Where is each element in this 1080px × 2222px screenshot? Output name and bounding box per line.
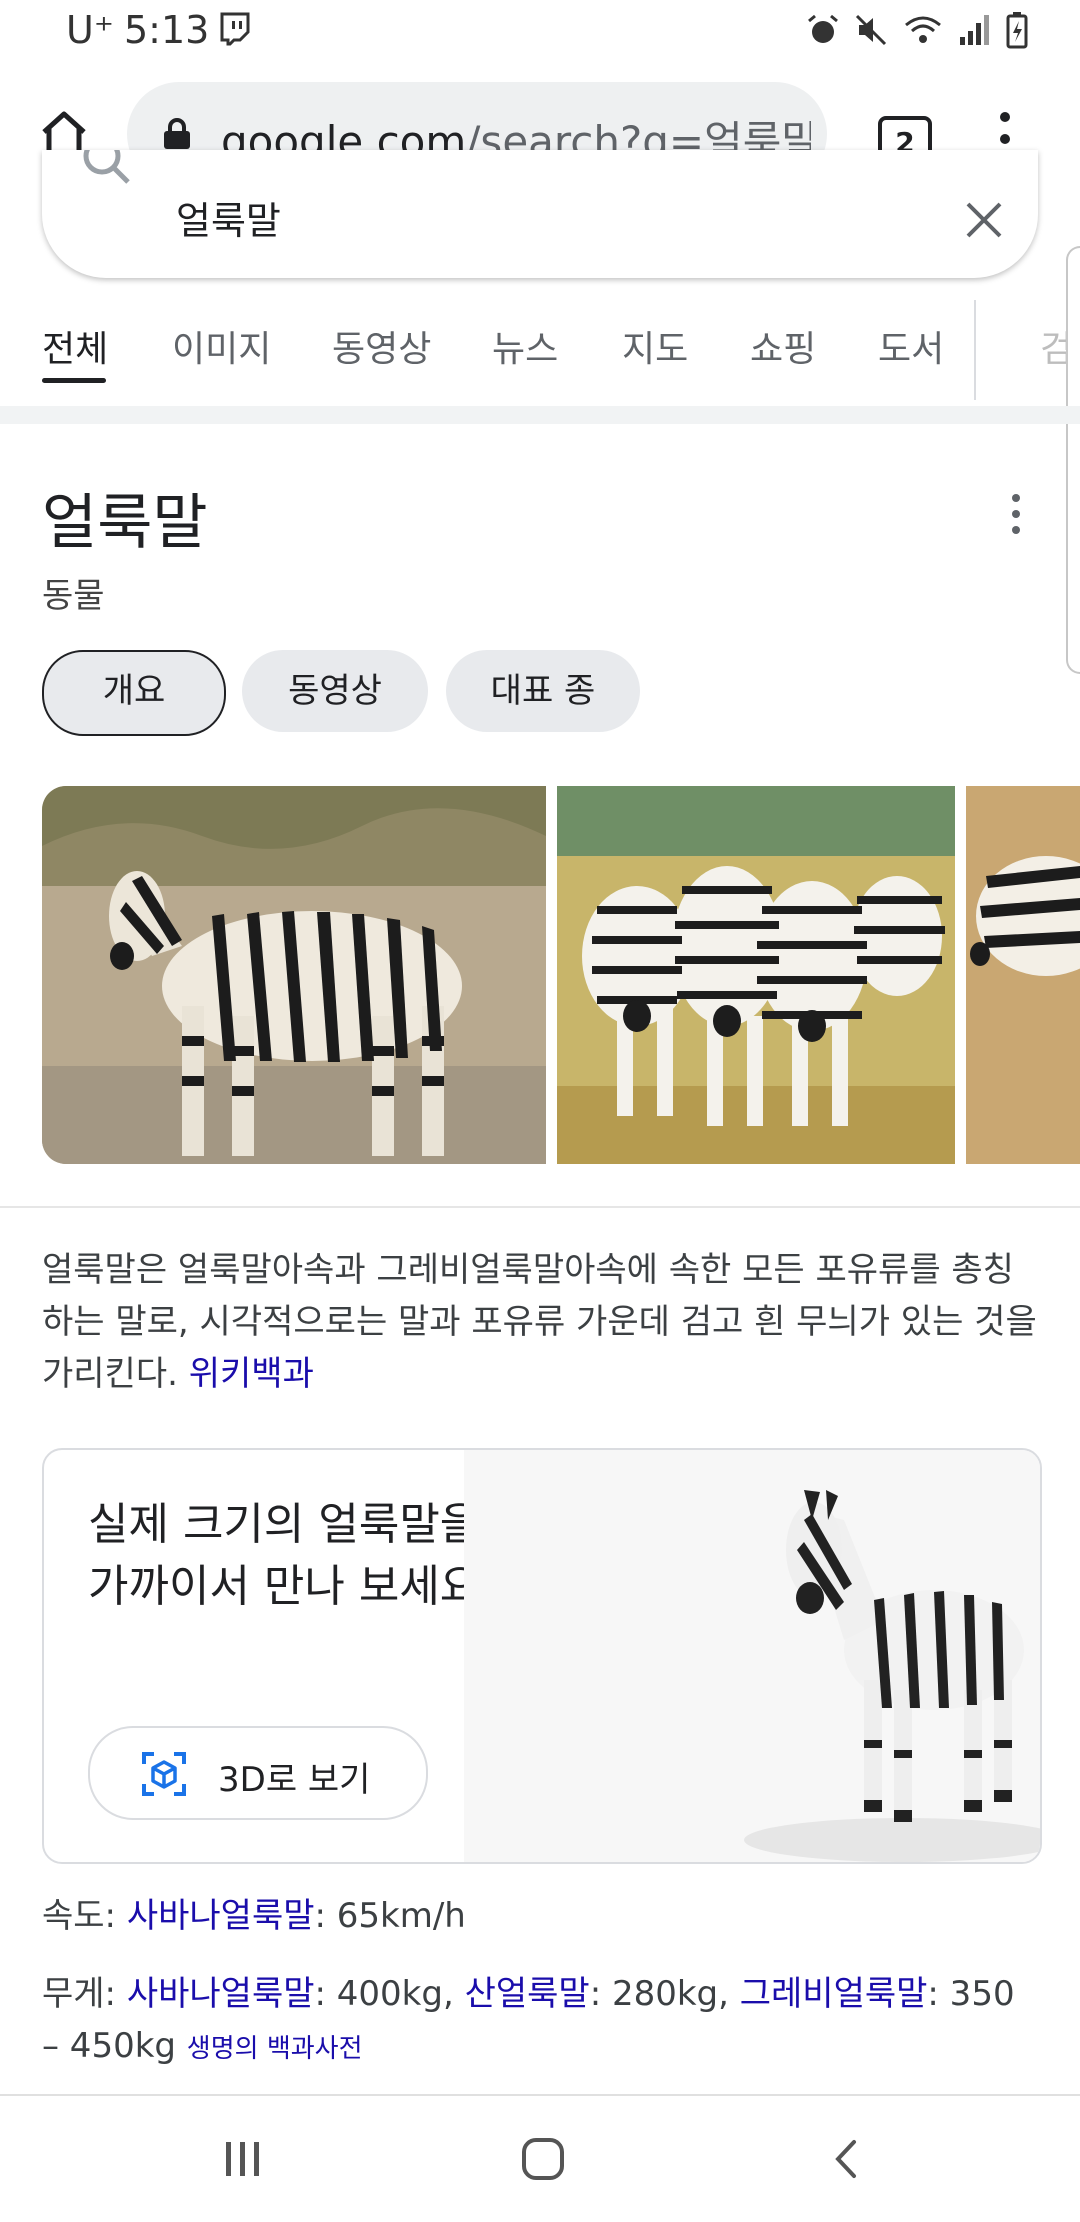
scrollbar[interactable] <box>1066 246 1080 674</box>
clock: 5:13 <box>124 8 210 52</box>
panel-description: 얼룩말은 얼룩말아속과 그레비얼룩말아속에 속한 모든 포유류를 총칭하는 말로… <box>42 1244 1042 1400</box>
active-tab-indicator <box>42 378 106 383</box>
fact-label: 속도: <box>42 1896 127 1936</box>
panel-subtitle: 동물 <box>42 576 105 616</box>
fact-value: : 400kg, <box>314 1974 465 2014</box>
chip-species[interactable]: 대표 종 <box>446 650 640 732</box>
search-tabs: 전체 이미지 동영상 뉴스 지도 쇼핑 도서 검 <box>0 296 1080 406</box>
fact-link[interactable]: 사바나얼룩말 <box>127 1974 315 2014</box>
view-in-3d-text: 실제 크기의 얼룩말을 가까이서 만나 보세요 <box>88 1499 481 1612</box>
zebra-image-3[interactable] <box>966 786 1080 1164</box>
mute-icon <box>855 14 887 46</box>
zebra-image-1[interactable] <box>42 786 546 1164</box>
view-in-3d-card[interactable]: 실제 크기의 얼룩말을 가까이서 만나 보세요 3D로 보기 <box>42 1448 1042 1864</box>
tab-videos[interactable]: 동영상 <box>332 320 431 372</box>
zebra-photo-1 <box>42 786 546 1164</box>
search-input[interactable]: 얼룩말 <box>176 190 281 245</box>
home-button-icon[interactable] <box>518 2134 568 2184</box>
view-in-3d-button[interactable]: 3D로 보기 <box>88 1726 428 1820</box>
wikipedia-link[interactable]: 위키백과 <box>189 1354 314 1394</box>
fact-link[interactable]: 사바나얼룩말 <box>127 1896 315 1936</box>
3d-cube-icon <box>142 1752 186 1796</box>
carrier-label: U⁺ <box>66 8 114 52</box>
signal-icon <box>960 15 989 45</box>
wifi-icon <box>905 16 941 43</box>
chip-videos[interactable]: 동영상 <box>242 650 428 732</box>
panel-more-options-button[interactable] <box>1006 494 1026 538</box>
alarm-icon <box>808 14 838 43</box>
lock-icon[interactable] <box>162 118 192 150</box>
tab-books[interactable]: 도서 <box>878 320 944 372</box>
tab-shopping[interactable]: 쇼핑 <box>750 320 816 372</box>
fact-link[interactable]: 산얼룩말 <box>465 1974 590 2014</box>
back-icon[interactable] <box>822 2134 872 2184</box>
clear-search-icon[interactable] <box>962 198 1006 242</box>
recent-apps-icon[interactable] <box>218 2134 268 2184</box>
zebra-photo-3 <box>966 786 1080 1164</box>
twitch-notification-icon <box>220 12 250 46</box>
fact-source-link[interactable]: 생명의 백과사전 <box>187 2034 363 2064</box>
view-in-3d-label: 3D로 보기 <box>218 1760 371 1800</box>
chip-overview[interactable]: 개요 <box>42 650 226 736</box>
tab-images[interactable]: 이미지 <box>172 320 271 372</box>
fact-link[interactable]: 그레비얼룩말 <box>740 1974 928 2014</box>
tab-news[interactable]: 뉴스 <box>492 320 558 372</box>
tab-divider <box>974 300 976 400</box>
fact-speed: 속도: 사바나얼룩말: 65km/h <box>42 1890 1042 1942</box>
status-bar: U⁺ 5:13 <box>0 0 1080 64</box>
zebra-3d-model-image <box>464 1450 1040 1862</box>
fact-value: : 280kg, <box>589 1974 740 2014</box>
fact-label: 무게: <box>42 1974 127 2014</box>
tab-maps[interactable]: 지도 <box>622 320 688 372</box>
section-divider <box>0 406 1080 424</box>
section-divider <box>0 1206 1080 1208</box>
search-box[interactable]: 얼룩말 <box>42 150 1038 278</box>
fact-weight: 무게: 사바나얼룩말: 400kg, 산얼룩말: 280kg, 그레비얼룩말: … <box>42 1968 1042 2075</box>
panel-title: 얼룩말 <box>42 488 208 558</box>
zebra-image-2[interactable] <box>557 786 955 1164</box>
battery-charging-icon <box>1006 12 1028 49</box>
zebra-photo-2 <box>557 786 955 1164</box>
status-icons <box>806 10 1028 50</box>
search-icon <box>83 150 130 184</box>
tab-all[interactable]: 전체 <box>42 320 108 372</box>
fact-value: : 65km/h <box>314 1896 466 1936</box>
system-navigation-bar <box>0 2094 1080 2222</box>
